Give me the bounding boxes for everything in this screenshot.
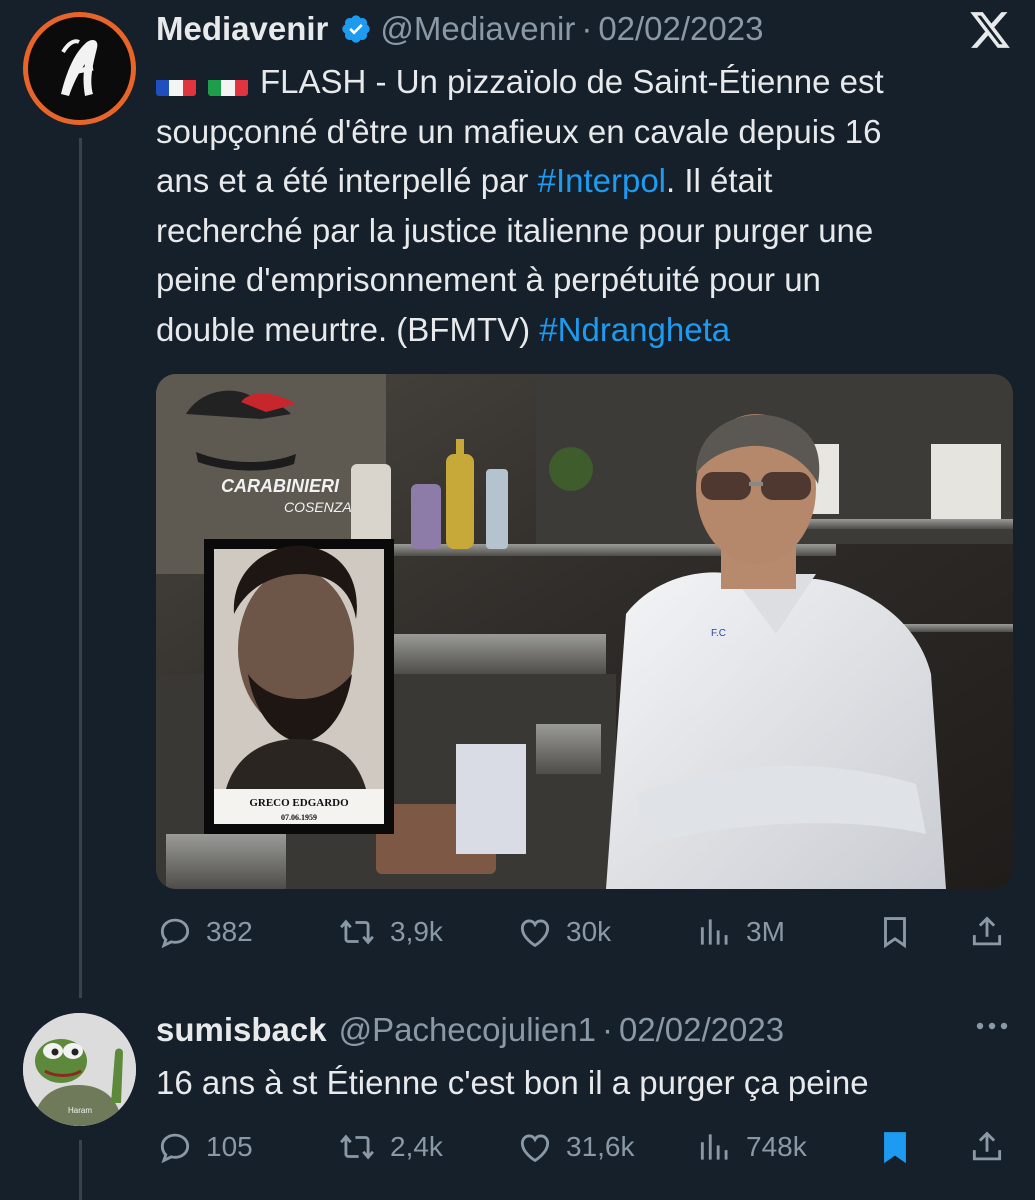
reply-icon [160,918,190,949]
mugshot-date: 07.06.1959 [281,813,317,822]
tweet-text-line-2: soupçonné d'être un mafieux en cavale de… [156,112,882,150]
retweet-count: 3,9k [390,916,443,947]
reply-author-handle[interactable]: @Pachecojulien1 [339,1010,596,1050]
tweet-text-line-5: peine d'emprisonnement à perpétuité pour… [156,261,821,298]
reply-author-name[interactable]: sumisback [156,1010,327,1050]
author-name[interactable]: Mediavenir [156,9,328,49]
avatar-caption: Haram [68,1106,92,1115]
more-icon[interactable] [972,1016,1012,1036]
retweet-icon [340,919,374,945]
separator-dot: · [581,10,593,47]
mugshot-name: GRECO EDGARDO [249,797,349,809]
share-button[interactable] [968,907,1006,957]
thread-line-top [79,138,82,998]
bookmark-icon [884,917,906,949]
tweet-text-line-1: FLASH - Un pizzaïolo de Saint-Étienne es… [260,63,884,100]
reply-text: 16 ans à st Étienne c'est bon il a purge… [156,1064,869,1101]
views-icon [700,1134,728,1160]
tweet-header: Mediavenir @Mediavenir · 02/02/2023 [156,9,763,49]
kitchen-photo: F.C CARABINIERI COSENZA GRECO EDGARDO 07… [156,374,1013,889]
watermark-carabinieri: CARABINIERI [221,476,340,496]
x-logo-icon[interactable] [968,8,1012,52]
reply-reply-count: 105 [206,1131,253,1162]
jacket-badge: F.C [711,628,726,639]
hashtag-ndrangheta[interactable]: #Ndrangheta [539,311,730,348]
tweet-text-line-3b: . Il était [666,162,773,199]
tweet-text: FLASH - Un pizzaïolo de Saint-Étienne es… [156,57,1016,354]
views-count: 3M [746,916,785,947]
like-icon [520,1134,550,1163]
verified-badge-icon [340,13,372,45]
watermark-cosenza: COSENZA [284,499,352,515]
reply-like-count: 31,6k [566,1131,635,1162]
reply-icon [160,1133,190,1164]
bookmark-button[interactable] [876,907,914,957]
pepe-avatar-icon: Haram [23,1013,136,1126]
reply-bookmark-button[interactable] [876,1122,914,1172]
reply-button[interactable]: 382 [156,907,253,957]
reply-reply-button[interactable]: 105 [156,1122,253,1172]
views-icon [700,919,728,945]
tweet-text-line-6a: double meurtre. (BFMTV) [156,310,540,348]
avatar[interactable] [23,12,136,125]
bookmark-icon [884,1132,906,1164]
like-count: 30k [566,916,612,947]
author-handle[interactable]: @Mediavenir [380,9,575,49]
like-button[interactable]: 30k [516,907,611,957]
retweet-button[interactable]: 3,9k [336,907,443,957]
reply-header: sumisback @Pachecojulien1 · 02/02/2023 [156,1010,784,1050]
reply-avatar[interactable]: Haram [23,1013,136,1126]
retweet-icon [340,1134,374,1160]
reply-views-count: 748k [746,1131,807,1162]
tweet-date[interactable]: 02/02/2023 [598,9,763,49]
mediavenir-logo-icon [61,39,98,96]
reply-share-button[interactable] [968,1122,1006,1172]
reply-retweet-count: 2,4k [390,1131,443,1162]
reply-retweet-button[interactable]: 2,4k [336,1122,443,1172]
like-icon [520,919,550,948]
reply-views-button[interactable]: 748k [696,1122,807,1172]
hashtag-interpol[interactable]: #Interpol [538,162,666,199]
reply-date[interactable]: 02/02/2023 [619,1010,784,1050]
flag-it-icon [208,70,248,96]
tweet-text-line-3a: ans et a été interpellé par [156,162,538,199]
separator-dot: · [601,1011,613,1048]
reply-like-button[interactable]: 31,6k [516,1122,635,1172]
reply-actions: 105 2,4k 31,6k 748k [156,1122,1006,1172]
reply-count: 382 [206,916,253,947]
tweet-media-image[interactable]: F.C CARABINIERI COSENZA GRECO EDGARDO 07… [156,374,1013,889]
views-button[interactable]: 3M [696,907,785,957]
flag-fr-icon [156,70,196,96]
tweet-text-line-4: recherché par la justice italienne pour … [156,211,874,249]
share-icon [972,916,1002,946]
tweet-actions: 382 3,9k 30k 3M [156,907,1006,957]
thread-line-bottom [79,1140,82,1200]
share-icon [972,1131,1002,1161]
